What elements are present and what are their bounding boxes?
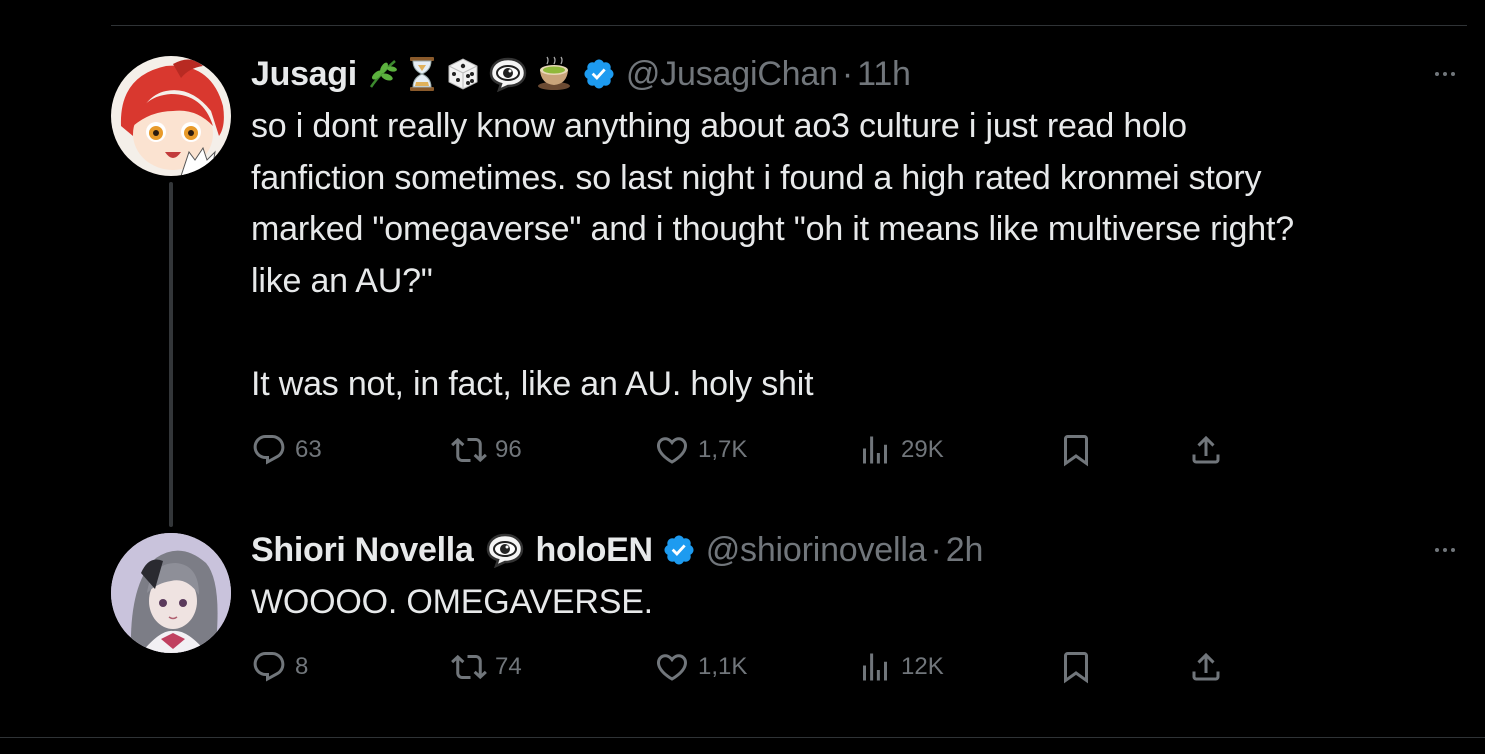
reply-button[interactable]: 63 [251, 430, 322, 470]
verified-badge-icon[interactable] [582, 57, 616, 91]
separator-dot: · [841, 54, 854, 93]
heart-icon [656, 437, 688, 464]
reply-button[interactable]: 8 [251, 647, 308, 687]
dice-emoji-icon [445, 56, 481, 92]
top-divider [111, 25, 1467, 26]
repost-count: 96 [495, 436, 522, 463]
like-button[interactable]: 1,1K [654, 647, 747, 687]
analytics-icon [863, 653, 887, 681]
avatar[interactable] [111, 533, 231, 653]
bookmark-icon [1064, 652, 1088, 684]
avatar[interactable] [111, 56, 231, 176]
heart-icon [656, 654, 688, 681]
share-icon [1192, 435, 1220, 464]
analytics-icon [863, 436, 887, 464]
views-button[interactable]: 12K [857, 647, 944, 687]
more-options-icon[interactable] [1435, 72, 1455, 76]
reply-icon [253, 652, 285, 682]
bookmark-button[interactable] [1058, 647, 1102, 687]
reply-count: 8 [295, 653, 309, 680]
display-name[interactable]: Shiori Novella [251, 531, 474, 570]
bookmark-icon [1064, 435, 1088, 467]
like-count: 1,1K [698, 653, 748, 680]
separator-dot: · [930, 530, 942, 569]
bottom-divider [0, 737, 1485, 738]
repost-count: 74 [495, 653, 522, 680]
timestamp[interactable]: 11h [857, 55, 911, 94]
tweet-header: Shiori Novella holoEN @shiorinovella · 2… [251, 528, 983, 572]
eye-in-speech-bubble-emoji-icon [489, 56, 527, 92]
thread-connector-line [169, 182, 173, 527]
reply-icon [253, 435, 285, 465]
tweet-actions: 8 74 1,1K 12K [251, 647, 1251, 687]
tweet-text: WOOOO. OMEGAVERSE. [251, 583, 653, 621]
views-count: 29K [901, 436, 944, 463]
views-count: 12K [901, 653, 944, 680]
display-name[interactable]: Jusagi [251, 55, 357, 94]
more-options-icon[interactable] [1435, 548, 1455, 552]
share-button[interactable] [1188, 430, 1232, 470]
repost-icon [451, 437, 487, 463]
tweet-header: Jusagi @JusagiChan · 11h [251, 52, 911, 96]
user-handle[interactable]: @shiorinovella [706, 531, 927, 570]
share-button[interactable] [1188, 647, 1232, 687]
repost-icon [451, 654, 487, 680]
repost-button[interactable]: 96 [451, 430, 522, 470]
like-count: 1,7K [698, 436, 748, 463]
eye-in-speech-bubble-emoji-icon [486, 532, 524, 568]
share-icon [1192, 652, 1220, 681]
tweet-actions: 63 96 1,7K 29K [251, 430, 1251, 470]
reply-count: 63 [295, 436, 322, 463]
tweet-text: so i dont really know anything about ao3… [251, 107, 1294, 403]
herb-emoji-icon [365, 57, 399, 91]
hourglass-emoji-icon [407, 56, 437, 92]
user-handle[interactable]: @JusagiChan [626, 55, 838, 94]
views-button[interactable]: 29K [857, 430, 944, 470]
display-name-suffix[interactable]: holoEN [536, 531, 653, 570]
like-button[interactable]: 1,7K [654, 430, 747, 470]
timestamp[interactable]: 2h [946, 531, 984, 570]
repost-button[interactable]: 74 [451, 647, 522, 687]
teacup-emoji-icon [535, 56, 573, 92]
verified-badge-icon[interactable] [662, 533, 696, 567]
bookmark-button[interactable] [1058, 430, 1102, 470]
